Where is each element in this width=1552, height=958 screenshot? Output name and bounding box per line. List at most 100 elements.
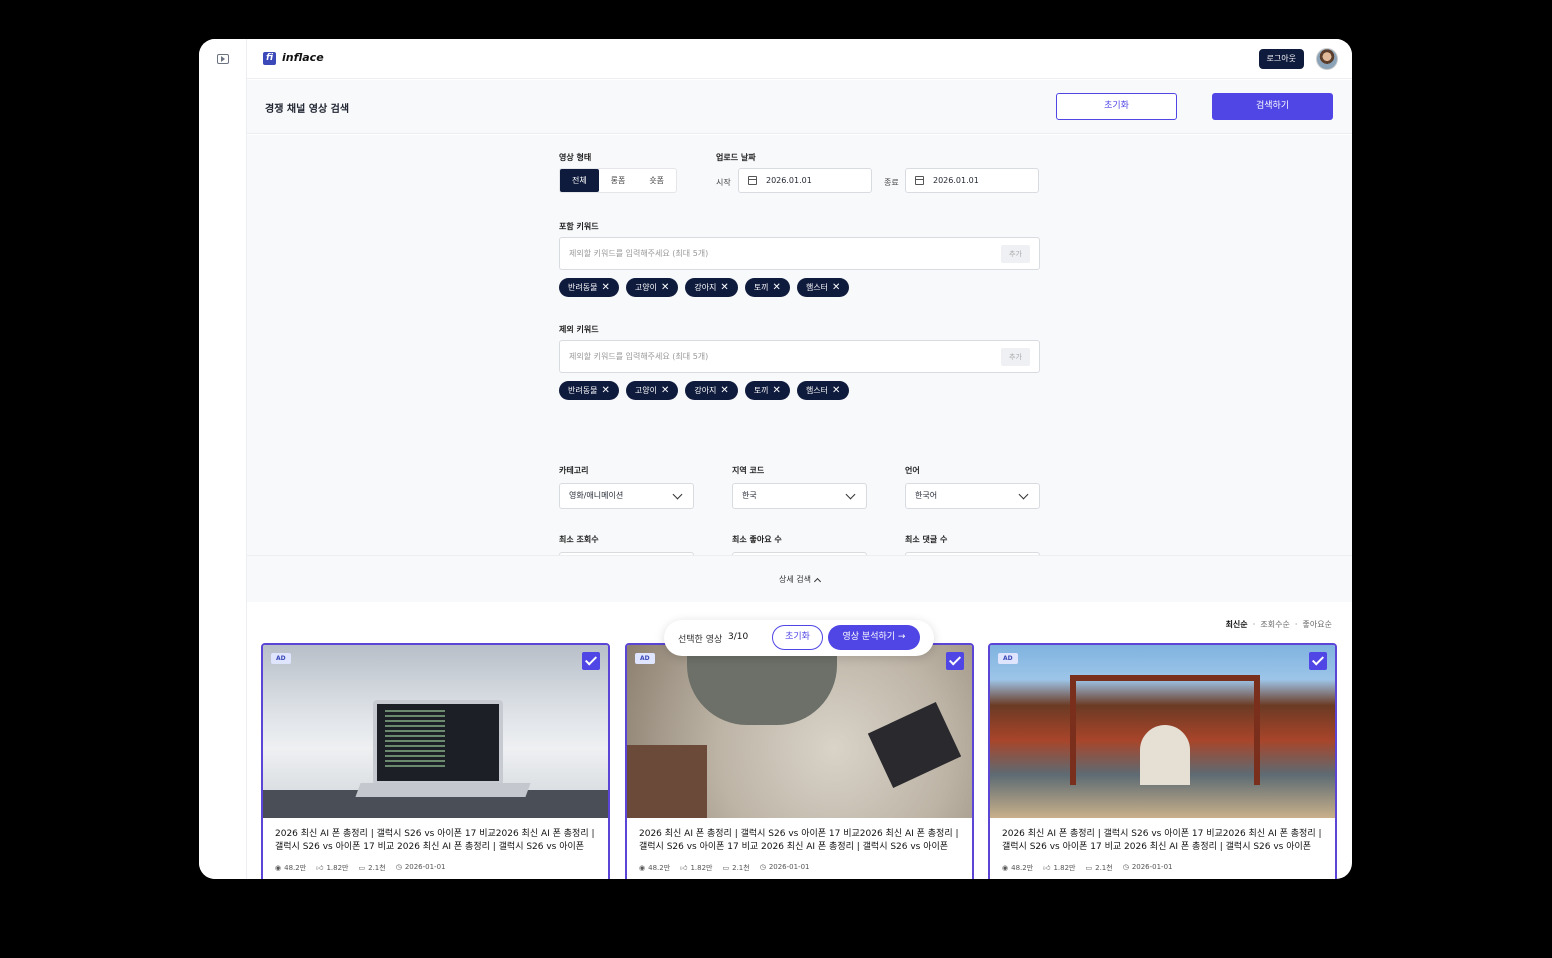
clock-icon: ◷ (759, 863, 766, 871)
selection-reset-button[interactable]: 초기화 (772, 625, 823, 650)
eye-icon: ◉ (639, 864, 646, 872)
min-likes-label: 최소 좋아요 수 (732, 535, 782, 544)
video-type-segment: 전체 롱폼 숏폼 (559, 168, 677, 193)
video-type-label: 영상 형태 (559, 153, 592, 162)
video-title: 2026 최신 AI 폰 총정리 | 갤럭시 S26 vs 아이폰 17 비교2… (275, 829, 595, 852)
video-thumbnail (627, 645, 972, 818)
close-icon[interactable]: ✕ (773, 282, 781, 293)
region-select[interactable]: 한국 (732, 483, 867, 509)
sort-likes[interactable]: 좋아요순 (1303, 620, 1332, 629)
thumbs-up-icon: 👍︎ (1043, 864, 1051, 872)
keyword-chip[interactable]: 햄스터 ✕ (796, 381, 850, 400)
category-select[interactable]: 영화/애니메이션 (559, 483, 694, 509)
keyword-chip[interactable]: 고양이 ✕ (625, 278, 679, 297)
close-icon[interactable]: ✕ (601, 385, 609, 396)
exclude-keyword-chips: 반려동물 ✕ 고양이 ✕ 강아지 ✕ 토끼 ✕ 햄스터 ✕ (559, 381, 850, 400)
video-title: 2026 최신 AI 폰 총정리 | 갤럭시 S26 vs 아이폰 17 비교2… (1002, 829, 1322, 852)
exclude-keyword-placeholder: 제외할 키워드를 입력해주세요 (최대 5개) (569, 352, 709, 361)
video-type-option-long[interactable]: 롱폼 (599, 169, 638, 192)
end-date-value: 2026.01.01 (933, 176, 979, 185)
keyword-chip[interactable]: 햄스터 ✕ (796, 278, 850, 297)
video-title: 2026 최신 AI 폰 총정리 | 갤럭시 S26 vs 아이폰 17 비교2… (639, 829, 959, 852)
include-keyword-add-button[interactable]: 추가 (1001, 245, 1030, 263)
close-icon[interactable]: ✕ (720, 282, 728, 293)
clock-icon: ◷ (1122, 863, 1129, 871)
video-type-option-short[interactable]: 숏폼 (637, 169, 676, 192)
thumbs-up-icon: 👍︎ (316, 864, 324, 872)
calendar-icon (915, 176, 924, 185)
include-keyword-placeholder: 제외할 키워드를 입력해주세요 (최대 5개) (569, 249, 709, 258)
keyword-chip[interactable]: 토끼 ✕ (744, 278, 790, 297)
selection-label: 선택한 영상 (678, 635, 723, 645)
thumbs-up-icon: 👍︎ (680, 864, 688, 872)
video-meta: ◉ 48.2만 👍︎ 1.82만 ▭ 2.1천 ◷ 2026-01-01 (1002, 863, 1173, 872)
sort-views[interactable]: 조회수순 (1260, 620, 1289, 629)
chevron-down-icon (672, 489, 683, 500)
search-form: 영상 형태 전체 롱폼 숏폼 업로드 날짜 시작 2026.01.01 종료 2… (247, 135, 1352, 578)
start-date-label: 시작 (716, 178, 731, 187)
keyword-chip[interactable]: 강아지 ✕ (685, 278, 738, 297)
sort-latest[interactable]: 최신순 (1226, 620, 1248, 629)
chevron-up-icon (813, 577, 822, 586)
app-window: fi inflace 로그아웃 경쟁 채널 영상 검색 초기화 검색하기 영상 … (199, 39, 1352, 879)
checkbox-checked-icon[interactable] (946, 652, 964, 670)
side-rail (199, 39, 247, 879)
video-thumbnail (990, 645, 1335, 818)
language-select[interactable]: 한국어 (905, 483, 1040, 509)
avatar[interactable] (1316, 48, 1338, 70)
logout-button[interactable]: 로그아웃 (1258, 49, 1304, 69)
category-label: 카테고리 (559, 466, 589, 475)
checkbox-checked-icon[interactable] (582, 652, 600, 670)
calendar-icon (748, 176, 757, 185)
search-button[interactable]: 검색하기 (1212, 93, 1333, 120)
page-title: 경쟁 채널 영상 검색 (265, 104, 350, 115)
min-views-label: 최소 조회수 (559, 535, 599, 544)
video-thumbnail (263, 645, 608, 818)
close-icon[interactable]: ✕ (601, 282, 609, 293)
close-icon[interactable]: ✕ (661, 282, 669, 293)
keyword-chip[interactable]: 토끼 ✕ (744, 381, 790, 400)
video-type-option-all[interactable]: 전체 (560, 169, 599, 192)
logo-text: inflace (282, 51, 324, 64)
selection-count: 3/10 (728, 632, 749, 642)
close-icon[interactable]: ✕ (773, 385, 781, 396)
top-bar: fi inflace 로그아웃 (247, 39, 1352, 79)
comment-icon: ▭ (722, 864, 730, 872)
ad-badge: AD (635, 653, 655, 664)
video-card[interactable]: AD 2026 최신 AI 폰 총정리 | 갤럭시 S26 vs 아이폰 17 … (625, 643, 974, 879)
keyword-chip[interactable]: 반려동물 ✕ (559, 278, 619, 297)
chevron-down-icon (845, 489, 856, 500)
keyword-chip[interactable]: 반려동물 ✕ (559, 381, 619, 400)
include-keyword-input[interactable]: 제외할 키워드를 입력해주세요 (최대 5개) 추가 (559, 237, 1040, 270)
keyword-chip[interactable]: 고양이 ✕ (625, 381, 679, 400)
start-date-value: 2026.01.01 (766, 176, 812, 185)
close-icon[interactable]: ✕ (832, 282, 840, 293)
min-comments-label: 최소 댓글 수 (905, 535, 948, 544)
close-icon[interactable]: ✕ (720, 385, 728, 396)
analyze-videos-button[interactable]: 영상 분석하기 → (828, 625, 920, 650)
close-icon[interactable]: ✕ (661, 385, 669, 396)
video-meta: ◉ 48.2만 👍︎ 1.82만 ▭ 2.1천 ◷ 2026-01-01 (639, 863, 810, 872)
exclude-keyword-add-button[interactable]: 추가 (1001, 348, 1030, 366)
page-header: 경쟁 채널 영상 검색 초기화 검색하기 (247, 80, 1352, 134)
end-date-label: 종료 (884, 178, 899, 187)
end-date-input[interactable]: 2026.01.01 (905, 168, 1039, 193)
eye-icon: ◉ (275, 864, 282, 872)
close-icon[interactable]: ✕ (832, 385, 840, 396)
video-card[interactable]: AD 2026 최신 AI 폰 총정리 | 갤럭시 S26 vs 아이폰 17 … (988, 643, 1337, 879)
video-card[interactable]: AD 2026 최신 AI 폰 총정리 | 갤럭시 S26 vs 아이폰 17 … (261, 643, 610, 879)
eye-icon: ◉ (1002, 864, 1009, 872)
start-date-input[interactable]: 2026.01.01 (738, 168, 872, 193)
sidebar-toggle-icon[interactable] (217, 54, 229, 64)
checkbox-checked-icon[interactable] (1309, 652, 1327, 670)
chevron-down-icon (1018, 489, 1029, 500)
comment-icon: ▭ (1085, 864, 1093, 872)
exclude-keyword-input[interactable]: 제외할 키워드를 입력해주세요 (최대 5개) 추가 (559, 340, 1040, 373)
advanced-search-toggle[interactable]: 상세 검색 (247, 555, 1352, 602)
region-label: 지역 코드 (732, 466, 765, 475)
keyword-chip[interactable]: 강아지 ✕ (685, 381, 738, 400)
reset-button[interactable]: 초기화 (1056, 93, 1177, 120)
clock-icon: ◷ (395, 863, 402, 871)
video-meta: ◉ 48.2만 👍︎ 1.82만 ▭ 2.1천 ◷ 2026-01-01 (275, 863, 446, 872)
upload-date-label: 업로드 날짜 (716, 153, 756, 162)
